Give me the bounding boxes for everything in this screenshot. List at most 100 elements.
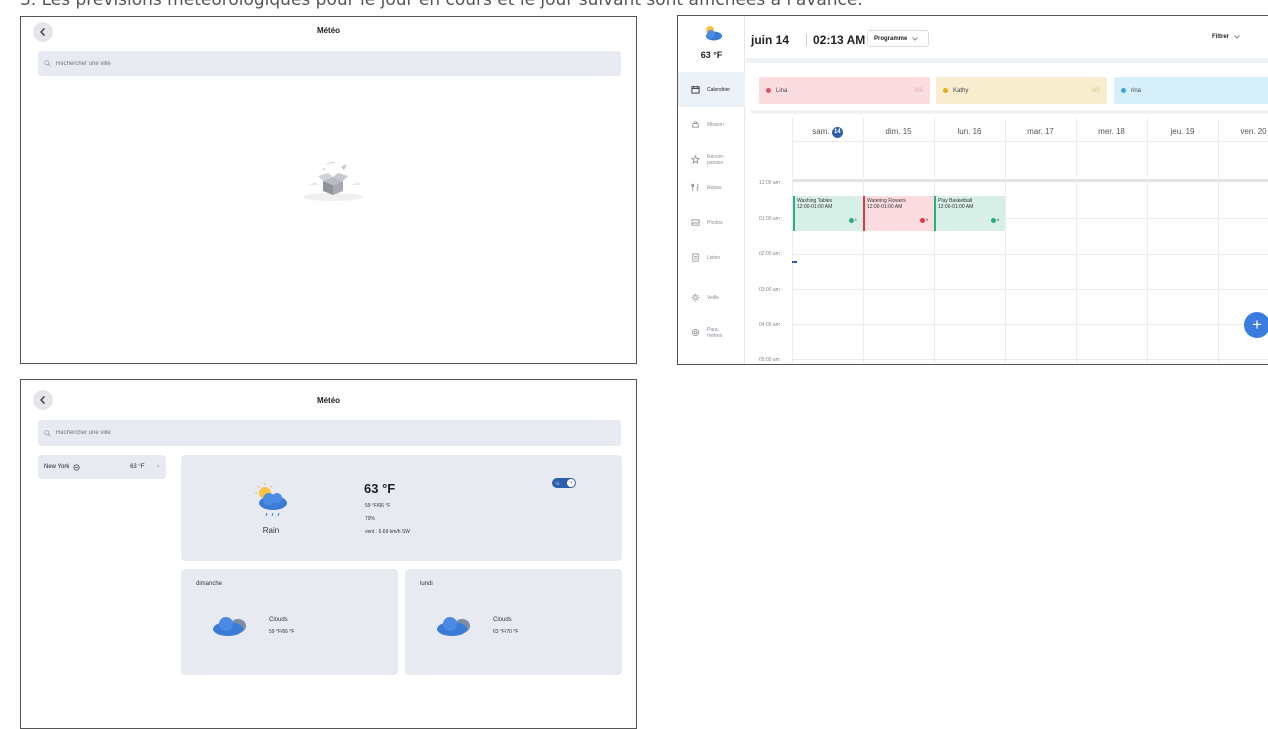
header-divider [806, 34, 807, 46]
member-name: Lina [776, 87, 788, 94]
search-bar[interactable] [38, 420, 621, 446]
sidebar-item-label: Repas [707, 184, 722, 191]
today-badge: 14 [831, 127, 843, 138]
sun-icon [691, 293, 700, 302]
chevron-down-icon [1234, 35, 1240, 39]
sidebar-item-veille[interactable]: Veille [678, 280, 745, 315]
day-header-sam[interactable]: sam. 14 [792, 127, 863, 146]
event-time: 12:00-01:00 AM [867, 204, 903, 210]
event-dot [919, 217, 925, 223]
city-temp: 63 °F [130, 464, 145, 470]
temp-range: 59 °F/66 °F [365, 503, 391, 509]
member-dot [1121, 88, 1126, 93]
forecast-day: dimanche [196, 581, 223, 587]
page-title: Météo [316, 396, 341, 405]
member-card-kathy[interactable]: Kathy 0/0 [936, 77, 1107, 104]
forecast-card-sunday: dimanche Clouds 59 °F/66 °F [181, 569, 398, 675]
member-card-lina[interactable]: Lina 0/0 [759, 77, 930, 104]
time-label: 02:00 am [759, 251, 780, 257]
city-name: New York [44, 464, 70, 470]
event-badge: 3 [919, 217, 928, 223]
filter-label: Filtrer [1212, 34, 1230, 40]
search-input[interactable] [56, 60, 356, 67]
add-event-button[interactable]: + [1244, 312, 1268, 338]
event-card[interactable]: Watering Flowers 12:00-01:00 AM 3 [863, 196, 934, 231]
unit-fahrenheit: °F [567, 479, 575, 487]
sidebar-item-label: Mission [707, 121, 724, 128]
weather-condition: Rain [262, 526, 280, 535]
unit-toggle[interactable]: °C °F [552, 478, 576, 488]
time-label: 12:00 am [759, 180, 780, 186]
day-header-ven[interactable]: ven. 20 [1218, 127, 1268, 146]
event-badge: 4 [990, 217, 999, 223]
member-dot [766, 88, 771, 93]
wind: vent : 6.69 km/h SW [365, 529, 411, 535]
search-bar[interactable] [38, 51, 621, 76]
grid-line [792, 118, 793, 364]
sidebar-item-parametres[interactable]: Para- mètres [678, 315, 745, 350]
sidebar-item-label: Para- mètres [707, 326, 723, 339]
event-badge-count: 1 [854, 217, 857, 222]
utensils-icon [691, 183, 699, 192]
sidebar-item-calendrier[interactable]: Calendrier [678, 72, 745, 107]
location-icon [73, 463, 80, 471]
time-label: 03:00 am [759, 287, 780, 293]
day-header-dim[interactable]: dim. 15 [863, 127, 934, 146]
event-time: 12:00-01:00 AM [938, 204, 974, 210]
day-header-jeu[interactable]: jeu. 19 [1147, 127, 1218, 146]
time-label: 05:00 am [759, 357, 780, 363]
forecast-condition: Clouds [269, 617, 288, 623]
member-dot [943, 88, 948, 93]
event-card[interactable]: Play Basketball 12:00-01:00 AM 4 [934, 196, 1005, 231]
day-header-lun[interactable]: lun. 16 [934, 127, 1005, 146]
current-time-marker [792, 261, 797, 263]
forecast-condition: Clouds [493, 617, 512, 623]
cloud-icon [213, 617, 246, 636]
forecast-day: lundi [420, 581, 433, 587]
list-icon [692, 253, 699, 262]
chevron-down-icon [912, 36, 919, 41]
sidebar-item-mission[interactable]: Mission [678, 107, 745, 142]
event-card[interactable]: Washing Tables 12:00-01:00 AM 1 [793, 196, 863, 231]
grid-line [1005, 118, 1006, 364]
photo-icon [691, 219, 700, 226]
view-select[interactable]: Programme [867, 30, 929, 47]
sidebar-item-label: Récom- penses [707, 153, 725, 166]
grid-line [1218, 118, 1219, 364]
empty-box-illustration [303, 161, 363, 201]
search-input[interactable] [56, 430, 356, 436]
current-date: juin 14 [751, 33, 790, 47]
caption: 3. Les prévisions météorologiques pour l… [20, 0, 863, 10]
sidebar-item-repas[interactable]: Repas [678, 170, 745, 205]
event-time: 12:00-01:00 AM [797, 204, 833, 210]
rain-icon [255, 483, 287, 517]
event-badge-count: 4 [996, 217, 999, 222]
current-weather-card: Rain 63 °F 59 °F/66 °F 79% vent : 6.69 k… [181, 455, 622, 561]
time-label: 04:00 am [759, 322, 780, 328]
unit-celsius: °C [555, 480, 560, 486]
close-icon[interactable]: × [156, 464, 160, 470]
sidebar-item-listes[interactable]: Listes [678, 240, 745, 275]
member-name: rina [1131, 87, 1142, 94]
member-name: Kathy [953, 87, 969, 94]
day-header-mar[interactable]: mar. 17 [1005, 127, 1076, 146]
member-card-rina[interactable]: rina 0 [1114, 77, 1268, 104]
city-item-new-york[interactable]: New York 63 °F × [38, 455, 166, 479]
weather-empty-panel: Météo [20, 16, 637, 364]
gear-icon [691, 328, 700, 337]
page-title: Météo [316, 26, 341, 35]
plus-icon: + [1252, 315, 1262, 334]
cloud-icon [437, 617, 470, 636]
calendar-icon [691, 85, 700, 94]
mission-icon [691, 121, 700, 128]
grid-line [934, 118, 935, 364]
day-header-mer[interactable]: mer. 18 [1076, 127, 1147, 146]
star-icon [691, 155, 700, 164]
member-count: 0/0 [1091, 87, 1100, 94]
filter-button[interactable]: Filtrer [1212, 34, 1240, 40]
event-dot [990, 217, 996, 223]
sidebar-item-photos[interactable]: Photos [678, 205, 745, 240]
forecast-range: 59 °F/66 °F [269, 629, 295, 635]
humidity: 79% [365, 516, 376, 522]
sidebar: 63 °F Calendrier Mission Récom- penses R… [678, 16, 745, 364]
